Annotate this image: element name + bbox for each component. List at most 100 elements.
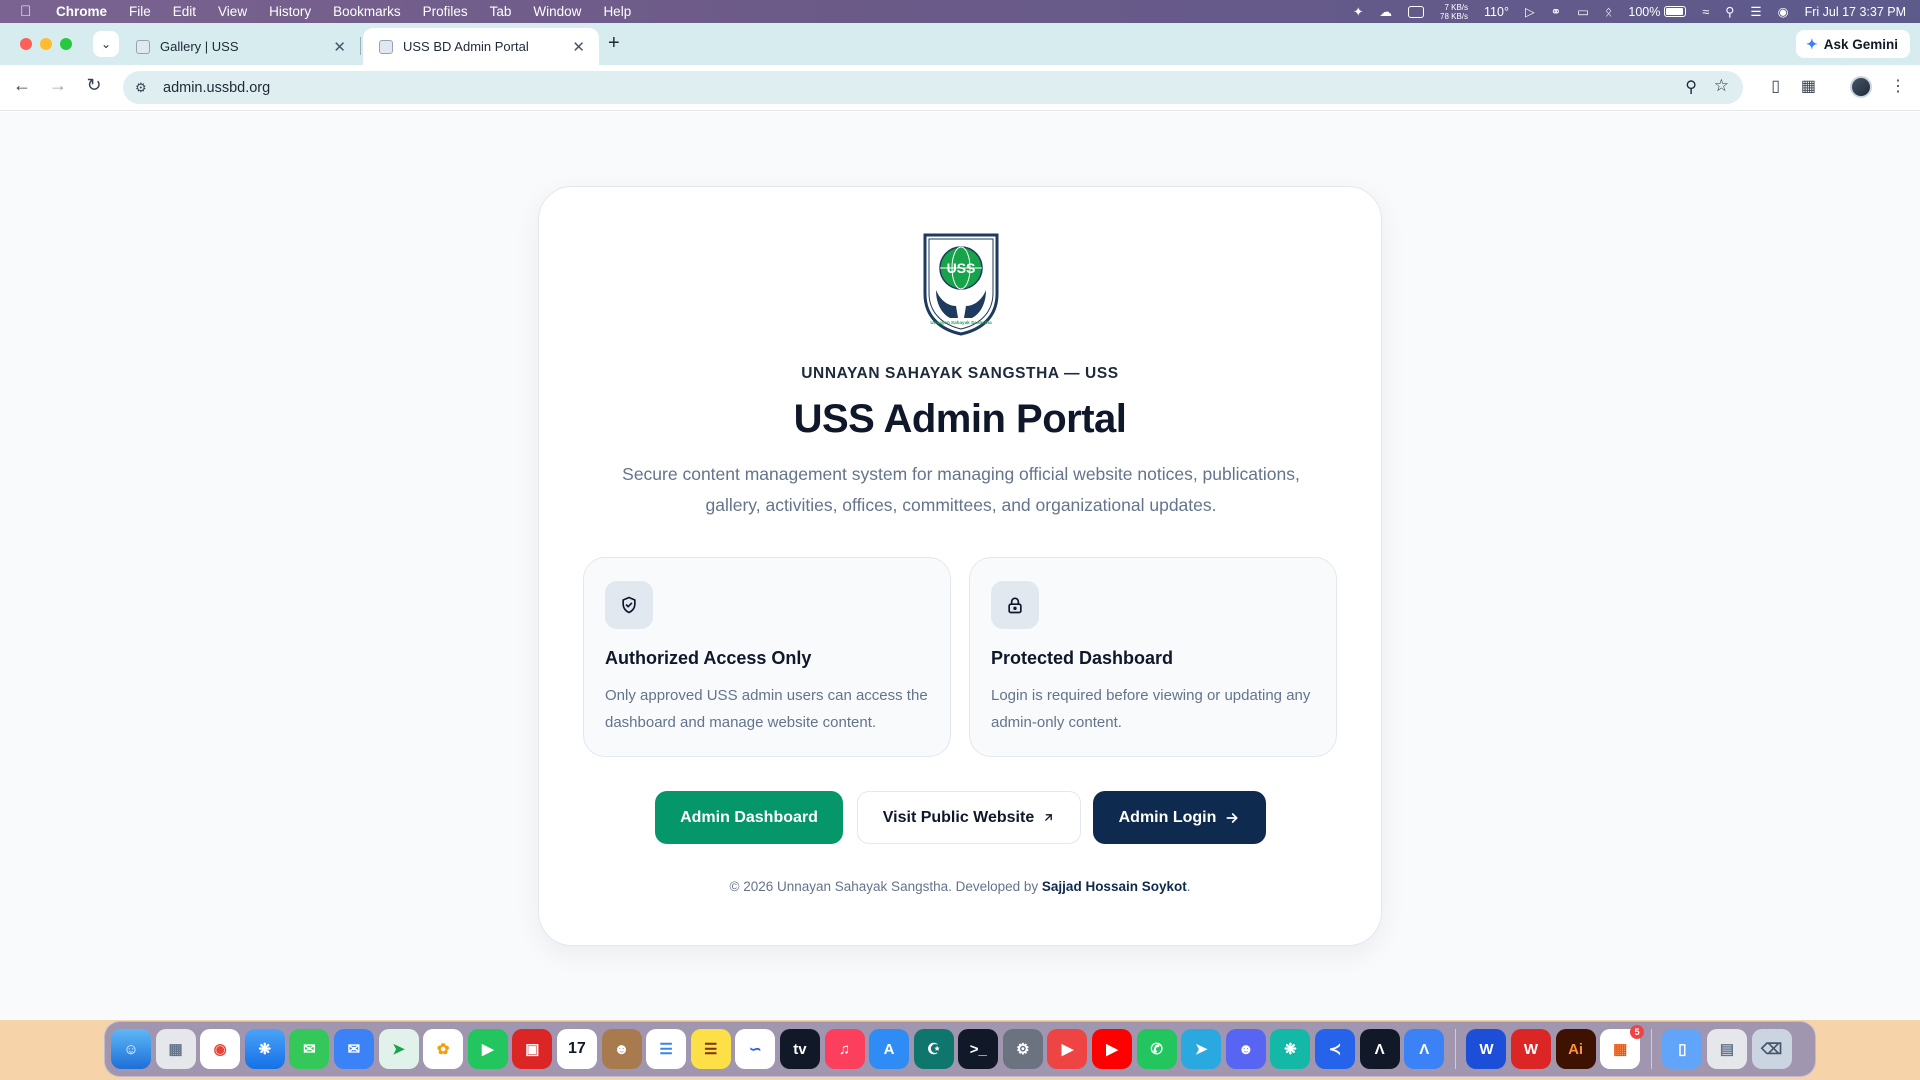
app-store-icon[interactable]: A — [869, 1029, 910, 1069]
address-bar[interactable]: ⚙ admin.ussbd.org ⚲ ☆ — [123, 71, 1743, 104]
apple-tv-icon[interactable]: tv — [779, 1029, 820, 1069]
tab-admin-portal[interactable]: USS BD Admin Portal ✕ — [363, 28, 599, 65]
maps-icon[interactable]: ➤ — [378, 1029, 419, 1069]
facetime-icon[interactable]: ▶ — [467, 1029, 508, 1069]
headphones-icon[interactable]: ⚭ — [1551, 4, 1561, 19]
vscode-icon[interactable]: ≺ — [1315, 1029, 1356, 1069]
menu-profiles[interactable]: Profiles — [423, 4, 468, 19]
trash-icon[interactable]: ⌫ — [1751, 1029, 1792, 1069]
sparkle-icon[interactable]: ✦ — [1353, 4, 1363, 19]
control-center-icon[interactable]: ☰ — [1750, 4, 1761, 19]
youtube-icon[interactable]: ▶ — [1092, 1029, 1133, 1069]
xcode-instruments-icon[interactable]: Λ — [1359, 1029, 1400, 1069]
finder-icon[interactable]: ☺ — [111, 1029, 151, 1069]
cloud-icon[interactable]: ☁ — [1380, 4, 1393, 19]
profile-avatar[interactable] — [1850, 76, 1872, 98]
reading-list-icon[interactable]: ▯ — [1771, 76, 1780, 96]
telegram-icon[interactable]: ➤ — [1181, 1029, 1222, 1069]
menu-history[interactable]: History — [269, 4, 311, 19]
zoom-magnifier-icon[interactable]: ⚲ — [1685, 77, 1697, 97]
menu-file[interactable]: File — [129, 4, 151, 19]
uss-logo: USS Unnayan Sahayak Sangstha — [923, 233, 999, 336]
ask-gemini-button[interactable]: ✦ Ask Gemini — [1795, 30, 1910, 58]
visit-public-website-button[interactable]: Visit Public Website — [857, 791, 1081, 844]
bluetooth-icon[interactable]: ᛟ — [1605, 5, 1613, 19]
screen-mirror-icon[interactable]: ▭ — [1577, 4, 1589, 19]
footer-author-link[interactable]: Sajjad Hossain Soykot — [1042, 879, 1187, 894]
system-settings-gear-icon[interactable]: ⚙ — [1002, 1029, 1043, 1069]
mail-icon[interactable]: ✉ — [333, 1029, 374, 1069]
folder-icon[interactable]: ▯ — [1662, 1029, 1703, 1069]
music-icon[interactable]: ♫ — [824, 1029, 865, 1069]
lock-icon — [991, 581, 1039, 629]
quran-app-icon[interactable]: ☪ — [913, 1029, 954, 1069]
launchpad-icon[interactable]: ▦ — [155, 1029, 196, 1069]
adobe-illustrator-icon[interactable]: Ai — [1555, 1029, 1596, 1069]
menubar-datetime[interactable]: Fri Jul 17 3:37 PM — [1805, 5, 1906, 19]
terminal-icon[interactable]: >_ — [958, 1029, 999, 1069]
menu-view[interactable]: View — [218, 4, 247, 19]
display-icon[interactable] — [1408, 5, 1425, 18]
close-tab-icon[interactable]: ✕ — [333, 38, 346, 56]
menu-help[interactable]: Help — [603, 4, 631, 19]
microsoft-store-icon[interactable]: ▦ 5 — [1600, 1025, 1645, 1069]
menu-edit[interactable]: Edit — [173, 4, 196, 19]
more-menu-kebab-icon[interactable]: ⋮ — [1890, 76, 1906, 96]
close-window-button[interactable] — [20, 38, 32, 50]
contacts-icon[interactable]: ☻ — [601, 1029, 642, 1069]
reminders-icon[interactable]: ☰ — [646, 1029, 687, 1069]
microsoft-word-icon[interactable]: W — [1466, 1029, 1507, 1069]
messages-icon[interactable]: ✉ — [289, 1029, 330, 1069]
downloads-stack-icon[interactable]: ▤ — [1706, 1029, 1747, 1069]
freeform-icon[interactable]: ∽ — [735, 1029, 776, 1069]
close-tab-icon[interactable]: ✕ — [572, 38, 585, 56]
battery-status[interactable]: 100% — [1628, 5, 1687, 19]
wifi-icon[interactable]: ≈ — [1702, 5, 1709, 19]
safari-icon[interactable]: ❋ — [244, 1029, 285, 1069]
apple-menu-icon[interactable]:  — [20, 3, 40, 20]
menu-tab[interactable]: Tab — [490, 4, 512, 19]
site-settings-tune-icon[interactable]: ⚙ — [135, 80, 153, 96]
notification-badge: 5 — [1630, 1025, 1645, 1039]
tab-gallery[interactable]: Gallery | USS ✕ — [120, 28, 360, 65]
forward-arrow-icon[interactable]: → — [46, 75, 70, 96]
testflight-icon[interactable]: Λ — [1404, 1029, 1445, 1069]
new-tab-plus-icon[interactable]: + — [608, 32, 620, 55]
feature-description: Only approved USS admin users can access… — [605, 687, 928, 731]
reload-icon[interactable]: ↻ — [82, 75, 106, 96]
menu-bookmarks[interactable]: Bookmarks — [333, 4, 401, 19]
whatsapp-icon[interactable]: ✆ — [1136, 1029, 1177, 1069]
bookmark-star-icon[interactable]: ☆ — [1714, 76, 1729, 96]
calendar-icon[interactable]: 17 — [556, 1029, 597, 1069]
admin-login-button[interactable]: Admin Login — [1093, 791, 1266, 844]
menu-window[interactable]: Window — [533, 4, 581, 19]
menu-app-chrome[interactable]: Chrome — [56, 4, 107, 19]
admin-dashboard-button[interactable]: Admin Dashboard — [655, 791, 843, 844]
macos-menubar:  Chrome File Edit View History Bookmark… — [0, 0, 1920, 23]
logo-text: USS — [947, 260, 976, 276]
discord-icon[interactable]: ☻ — [1225, 1029, 1266, 1069]
tab-search-chevron-down-icon[interactable]: ⌄ — [93, 31, 119, 57]
net-up-speed: 7 KB/s — [1444, 2, 1469, 12]
photos-icon[interactable]: ✿ — [423, 1029, 464, 1069]
back-arrow-icon[interactable]: ← — [10, 75, 34, 96]
minimize-window-button[interactable] — [40, 38, 52, 50]
play-icon[interactable]: ▷ — [1525, 4, 1535, 19]
page-footer: © 2026 Unnayan Sahayak Sangstha. Develop… — [539, 879, 1381, 894]
chrome-icon[interactable]: ◉ — [200, 1029, 241, 1069]
uss-favicon-icon — [136, 40, 150, 54]
url-text[interactable]: admin.ussbd.org — [163, 80, 270, 96]
wps-office-icon[interactable]: W — [1511, 1029, 1551, 1069]
youtube-music-icon[interactable]: ▶ — [1047, 1029, 1088, 1069]
extensions-puzzle-icon[interactable]: ▦ — [1801, 76, 1816, 96]
footer-suffix: . — [1186, 879, 1191, 894]
temperature-readout[interactable]: 110° — [1484, 5, 1509, 19]
photo-booth-icon[interactable]: ▣ — [512, 1029, 553, 1069]
chatgpt-icon[interactable]: ❋ — [1270, 1029, 1311, 1069]
network-speed: 7 KB/s 78 KB/s — [1440, 3, 1468, 21]
zoom-window-button[interactable] — [60, 38, 72, 50]
notes-icon[interactable]: ☰ — [690, 1029, 731, 1069]
external-link-arrow-icon — [1045, 814, 1053, 821]
spotlight-search-icon[interactable]: ⚲ — [1725, 4, 1734, 19]
siri-icon[interactable]: ◉ — [1778, 4, 1789, 19]
